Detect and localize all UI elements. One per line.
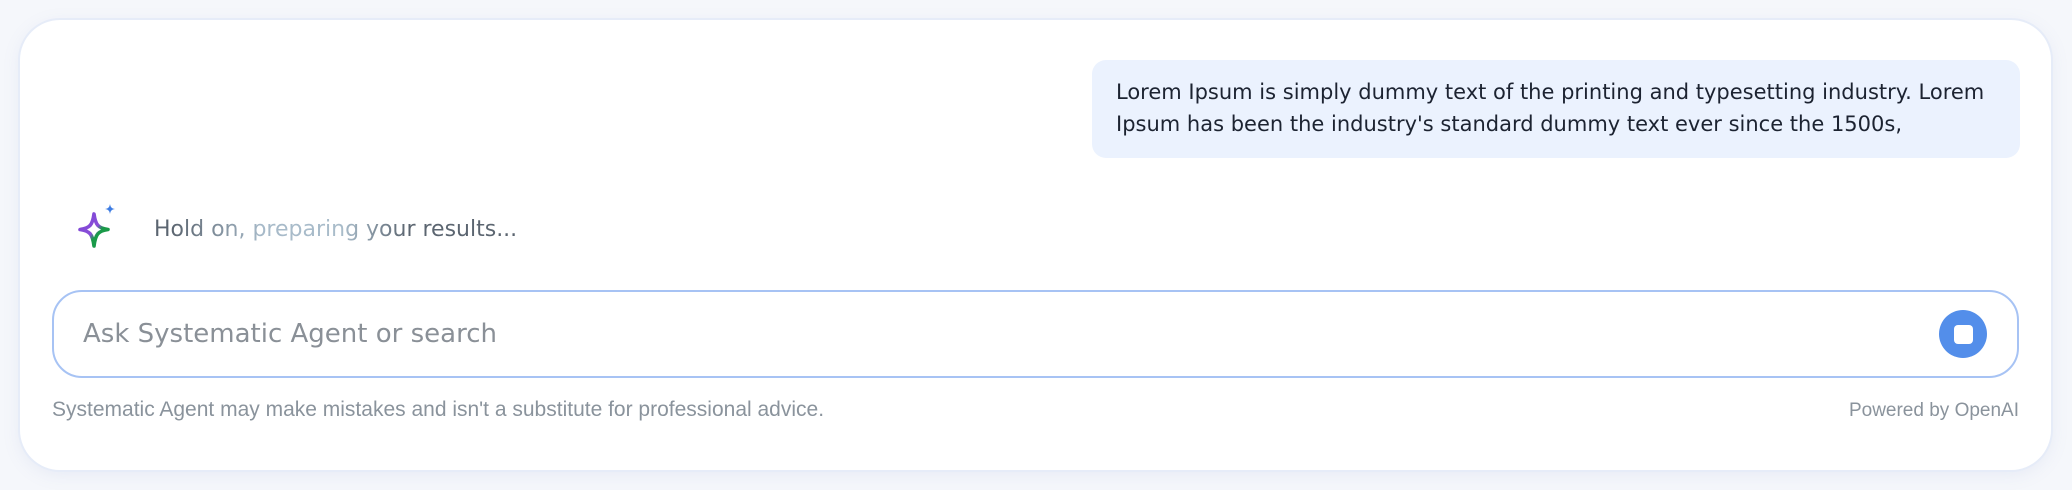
disclaimer-text: Systematic Agent may make mistakes and i… xyxy=(52,398,825,421)
agent-status-text: Hold on, preparing your results... xyxy=(154,216,518,242)
chat-composer xyxy=(52,290,2019,378)
sparkle-icon xyxy=(78,204,115,248)
chat-input[interactable] xyxy=(83,319,1939,349)
chat-panel: Lorem Ipsum is simply dummy text of the … xyxy=(20,20,2051,470)
user-message-text: Lorem Ipsum is simply dummy text of the … xyxy=(1116,80,1985,136)
powered-by-text: Powered by OpenAI xyxy=(1848,400,2019,421)
agent-status-row: Hold on, preparing your results... xyxy=(74,204,517,254)
user-message-bubble: Lorem Ipsum is simply dummy text of the … xyxy=(1092,60,2020,158)
stop-button[interactable] xyxy=(1939,310,1987,358)
stop-icon xyxy=(1953,324,1973,344)
